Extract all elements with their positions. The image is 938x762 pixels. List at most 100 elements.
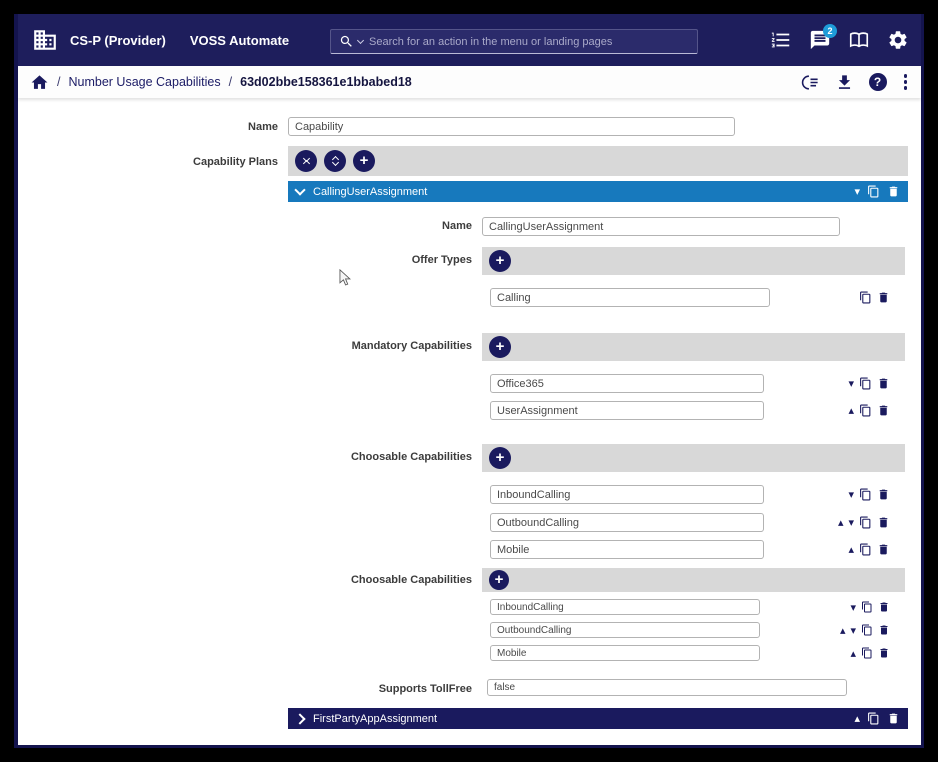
- plan-header-callinguserassignment[interactable]: CallingUserAssignment ▾: [288, 181, 908, 202]
- delete-icon[interactable]: [877, 543, 890, 556]
- help-button[interactable]: ?: [869, 73, 887, 91]
- move-down-button[interactable]: ▾: [850, 602, 856, 613]
- move-down-button[interactable]: ▾: [850, 625, 856, 636]
- breadcrumb-separator: /: [229, 75, 232, 89]
- header-actions: 2: [770, 14, 909, 66]
- list-item: ▴ ▾: [490, 622, 890, 638]
- add-item-button[interactable]: +: [489, 250, 511, 272]
- move-down-button[interactable]: ▾: [848, 489, 854, 500]
- breadcrumb-separator: /: [57, 75, 60, 89]
- plan-name-input[interactable]: [482, 217, 840, 236]
- supports-tollfree-input[interactable]: [487, 679, 847, 696]
- search-icon: [339, 34, 354, 49]
- item-input[interactable]: [490, 374, 764, 393]
- delete-icon[interactable]: [877, 291, 890, 304]
- delete-icon[interactable]: [877, 516, 890, 529]
- delete-icon[interactable]: [887, 185, 900, 198]
- section-label: Choosable Capabilities: [18, 574, 472, 586]
- plan-title: FirstPartyAppAssignment: [313, 713, 437, 725]
- item-input[interactable]: [490, 540, 764, 559]
- action-search[interactable]: [330, 29, 698, 54]
- copy-icon[interactable]: [859, 488, 872, 501]
- plan-name-label: Name: [18, 220, 472, 232]
- list-item: ▴: [490, 645, 890, 661]
- breadcrumb: / Number Usage Capabilities / 63d02bbe15…: [18, 73, 412, 92]
- section-label: Choosable Capabilities: [18, 451, 472, 463]
- copy-icon[interactable]: [859, 543, 872, 556]
- notifications-button[interactable]: 2: [809, 29, 831, 51]
- breadcrumb-section[interactable]: Number Usage Capabilities: [68, 75, 220, 89]
- item-input[interactable]: [490, 622, 760, 638]
- organization-icon[interactable]: [30, 25, 60, 55]
- copy-icon[interactable]: [861, 624, 873, 636]
- documentation-button[interactable]: [848, 29, 870, 51]
- search-scope-chevron-icon[interactable]: [357, 36, 364, 43]
- mouse-cursor: [339, 269, 353, 288]
- move-down-button[interactable]: ▾: [848, 517, 854, 528]
- move-up-button[interactable]: ▴: [848, 544, 854, 555]
- delete-icon[interactable]: [878, 647, 890, 659]
- copy-icon[interactable]: [859, 404, 872, 417]
- move-down-button[interactable]: ▾: [854, 186, 860, 197]
- chevron-down-icon[interactable]: [294, 184, 305, 195]
- breadcrumb-record-id: 63d02bbe158361e1bbabed18: [240, 75, 412, 89]
- copy-icon[interactable]: [859, 291, 872, 304]
- expand-all-button[interactable]: [324, 150, 346, 172]
- search-input[interactable]: [367, 35, 651, 49]
- move-down-button[interactable]: ▾: [848, 378, 854, 389]
- add-item-button[interactable]: +: [489, 447, 511, 469]
- plan-title: CallingUserAssignment: [313, 186, 427, 198]
- add-item-button[interactable]: +: [489, 570, 509, 590]
- item-input[interactable]: [490, 401, 764, 420]
- delete-icon[interactable]: [878, 601, 890, 613]
- item-input[interactable]: [490, 645, 760, 661]
- list-item: ▾: [490, 485, 890, 504]
- move-up-button[interactable]: ▴: [840, 625, 846, 636]
- mandatory-capabilities-toolbar: +: [482, 333, 905, 361]
- screen: CS-P (Provider) VOSS Automate 2: [0, 0, 938, 762]
- settings-button[interactable]: [887, 29, 909, 51]
- list-item: ▴ ▾: [490, 513, 890, 532]
- supports-tollfree-label: Supports TollFree: [18, 683, 472, 695]
- transaction-log-icon[interactable]: [801, 73, 820, 92]
- chevron-right-icon[interactable]: [294, 713, 305, 724]
- add-item-button[interactable]: +: [489, 336, 511, 358]
- item-input[interactable]: [490, 288, 770, 307]
- export-download-icon[interactable]: [835, 73, 854, 92]
- form-area: Name Capability Plans + CallingUserAssig…: [18, 98, 921, 745]
- list-item: ▾: [490, 599, 890, 615]
- copy-icon[interactable]: [861, 647, 873, 659]
- copy-icon[interactable]: [859, 516, 872, 529]
- copy-icon[interactable]: [859, 377, 872, 390]
- delete-icon[interactable]: [878, 624, 890, 636]
- item-input[interactable]: [490, 513, 764, 532]
- breadcrumb-bar: / Number Usage Capabilities / 63d02bbe15…: [18, 66, 921, 98]
- delete-icon[interactable]: [877, 488, 890, 501]
- plan-header-firstpartyappassignment[interactable]: FirstPartyAppAssignment ▴: [288, 708, 908, 729]
- add-plan-button[interactable]: +: [353, 150, 375, 172]
- gear-icon: [887, 29, 909, 51]
- section-label: Mandatory Capabilities: [18, 340, 472, 352]
- app-header: CS-P (Provider) VOSS Automate 2: [18, 14, 921, 66]
- collapse-all-button[interactable]: [295, 150, 317, 172]
- move-up-button[interactable]: ▴: [848, 405, 854, 416]
- delete-icon[interactable]: [877, 377, 890, 390]
- copy-icon[interactable]: [861, 601, 873, 613]
- home-icon[interactable]: [30, 73, 49, 92]
- section-label: Offer Types: [18, 254, 472, 266]
- name-input[interactable]: [288, 117, 735, 136]
- kebab-menu-icon[interactable]: [902, 72, 910, 92]
- transaction-list-button[interactable]: [770, 29, 792, 51]
- move-up-button[interactable]: ▴: [838, 517, 844, 528]
- list-item: ▾: [490, 374, 890, 393]
- choosable-capabilities-toolbar: +: [482, 568, 905, 592]
- move-up-button[interactable]: ▴: [854, 713, 860, 724]
- item-input[interactable]: [490, 599, 760, 615]
- delete-icon[interactable]: [877, 404, 890, 417]
- copy-icon[interactable]: [867, 185, 880, 198]
- move-up-button[interactable]: ▴: [850, 648, 856, 659]
- page-actions: ?: [801, 72, 910, 92]
- copy-icon[interactable]: [867, 712, 880, 725]
- delete-icon[interactable]: [887, 712, 900, 725]
- item-input[interactable]: [490, 485, 764, 504]
